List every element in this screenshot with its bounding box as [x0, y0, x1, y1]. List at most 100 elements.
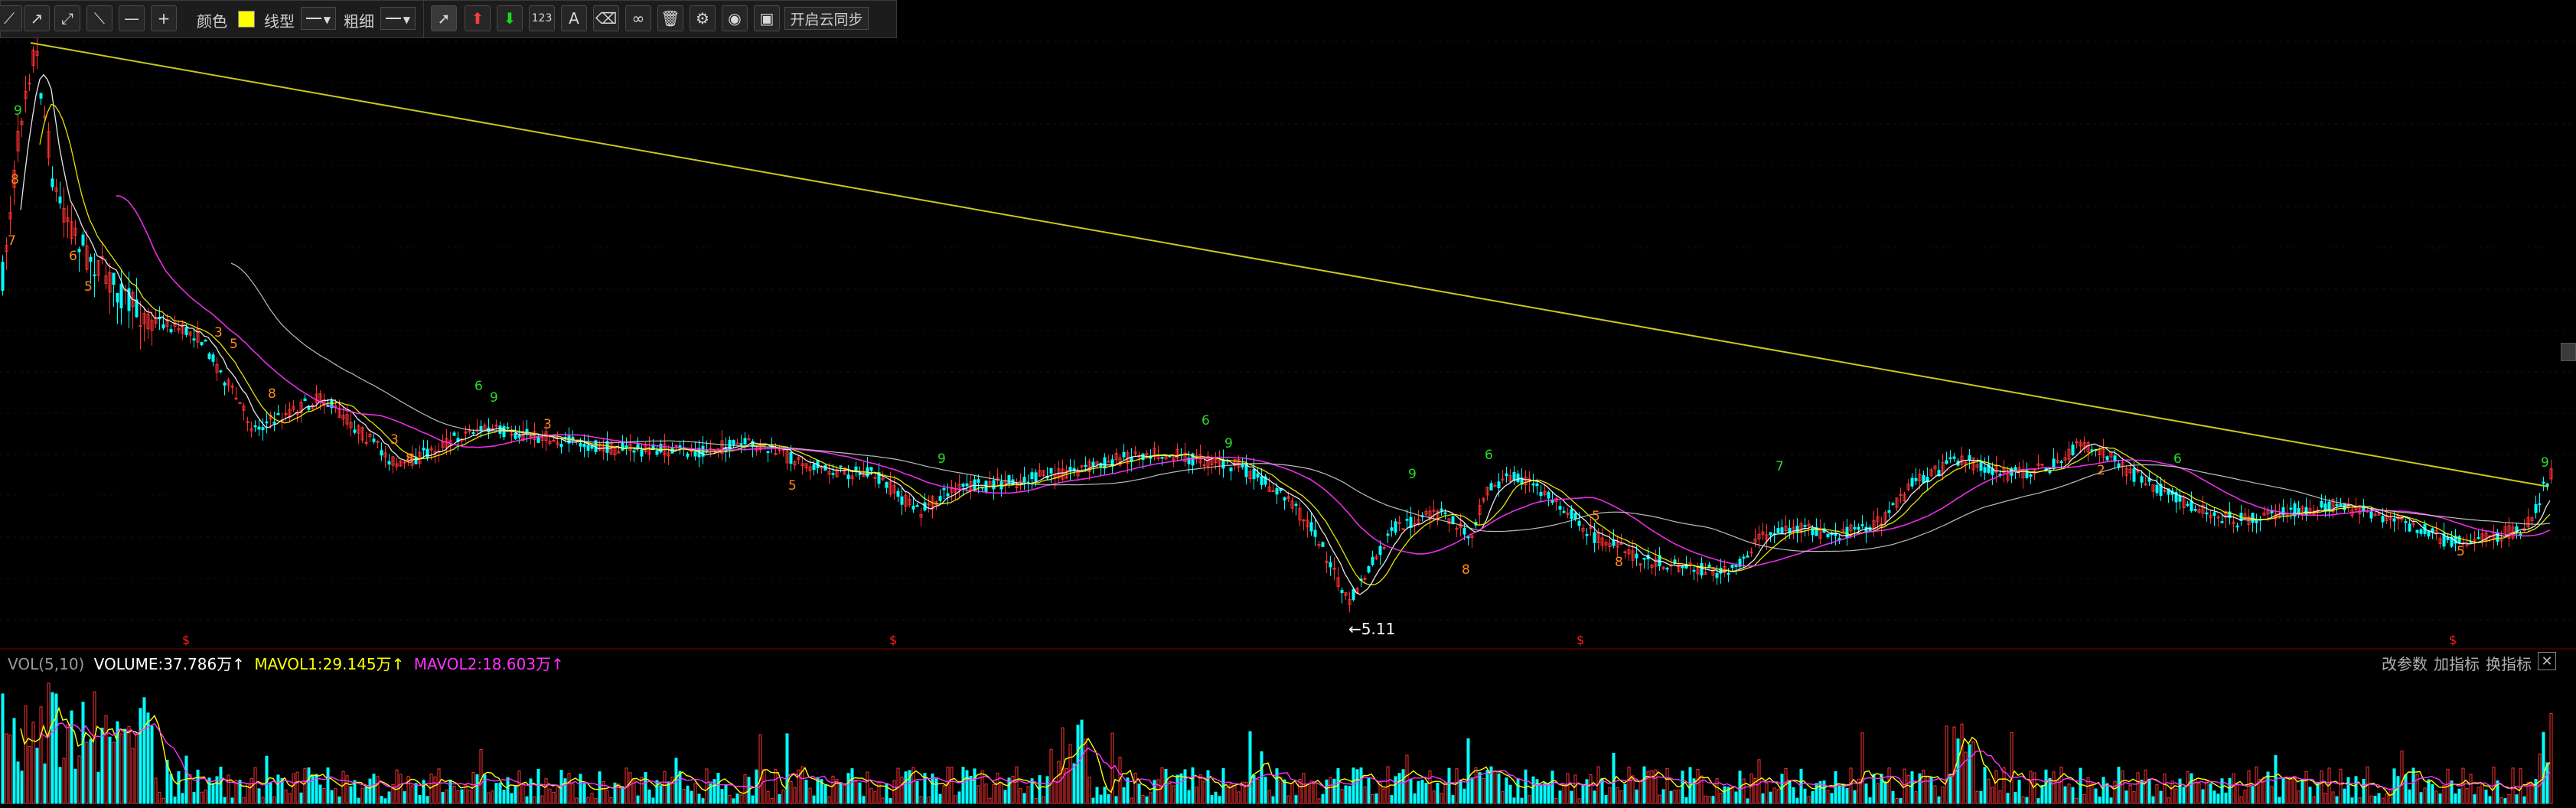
volume-bar	[1761, 793, 1765, 804]
volume-bar	[957, 791, 961, 804]
volume-bar	[1627, 766, 1631, 804]
candle-body	[2335, 503, 2339, 507]
volume-bar	[1110, 732, 1114, 804]
volume-bar	[383, 798, 387, 804]
volume-bar	[1600, 778, 1604, 804]
volume-bar	[249, 778, 253, 804]
volume-bar	[1065, 768, 1068, 804]
volume-bar	[2205, 780, 2209, 804]
save-picture-icon[interactable]: ▣	[754, 5, 780, 31]
volume-bar	[2075, 797, 2079, 804]
volume-bar	[2121, 771, 2124, 804]
switch-indicator-link[interactable]: 换指标	[2486, 652, 2532, 674]
candle-body	[1371, 556, 1374, 565]
text-icon[interactable]: A	[561, 5, 587, 31]
eraser-icon[interactable]: ⌫	[593, 5, 619, 31]
volume-bar	[1623, 784, 1627, 804]
volume-bar	[1275, 768, 1279, 804]
volume-bar	[276, 774, 280, 804]
volume-bar	[1485, 770, 1489, 804]
volume-bar	[548, 788, 552, 804]
volume-bar	[1834, 771, 1837, 804]
volume-bar	[1459, 779, 1462, 804]
candle-body	[51, 178, 54, 187]
candle-body	[184, 327, 188, 335]
price-chart[interactable]: 98765358386935969986587 2659$ $ $ $	[0, 0, 2576, 647]
thickness-select[interactable]: ▼	[380, 7, 416, 30]
dollar-marker: $	[2449, 633, 2457, 647]
panel-divider	[0, 648, 2576, 650]
settings-icon[interactable]: ⚙	[690, 5, 716, 31]
volume-bar	[927, 796, 931, 804]
volume-bar	[165, 759, 169, 804]
arrow-line-icon[interactable]: ⤢	[54, 5, 80, 31]
edit-params-link[interactable]: 改参数	[2382, 652, 2428, 674]
candle-body	[2408, 523, 2411, 532]
volume-bar	[1505, 777, 1508, 804]
line-segment-icon[interactable]: ⟋	[0, 5, 22, 31]
volume-bar	[693, 783, 697, 804]
color-swatch[interactable]	[238, 11, 255, 28]
scroll-handle[interactable]	[2561, 343, 2576, 361]
volume-bar	[2530, 784, 2534, 804]
eye-icon[interactable]: ◉	[722, 5, 748, 31]
volume-bar	[1015, 766, 1019, 804]
volume-indicator-title[interactable]: VOL(5,10)	[8, 655, 84, 673]
candle-body	[1665, 567, 1669, 570]
volume-bar	[337, 796, 341, 804]
volume-bar	[506, 777, 510, 804]
linetype-select[interactable]: ▼	[301, 7, 336, 30]
volume-bar	[445, 789, 448, 804]
volume-bar	[341, 771, 345, 804]
volume-bar	[1443, 782, 1447, 804]
volume-bar	[1038, 775, 1042, 804]
volume-bar	[1087, 777, 1091, 804]
candle-body	[506, 426, 510, 429]
volume-bar	[12, 718, 16, 804]
horizontal-line-icon[interactable]: —	[119, 5, 145, 31]
mavol2-value: MAVOL2:18.603万↑	[413, 655, 564, 673]
pointer-icon[interactable]: ➚	[431, 5, 457, 31]
diagonal-line-icon[interactable]: ⟍	[86, 5, 112, 31]
volume-bar	[93, 691, 96, 804]
signal-digit: 9	[490, 390, 498, 406]
volume-bar	[697, 793, 701, 804]
candle-body	[1727, 572, 1730, 575]
volume-bar	[1447, 767, 1451, 804]
ray-icon[interactable]: ↗	[24, 5, 50, 31]
add-indicator-link[interactable]: 加指标	[2434, 652, 2480, 674]
candle-body	[1891, 503, 1895, 505]
volume-bar	[850, 768, 854, 804]
volume-bar	[349, 786, 353, 804]
candle-body	[965, 483, 969, 487]
candle-body	[1795, 525, 1799, 533]
volume-bar	[835, 779, 839, 804]
volume-bar	[31, 722, 35, 804]
volume-bar	[869, 787, 873, 804]
delete-icon[interactable]: 🗑	[657, 5, 683, 31]
volume-bar	[1604, 794, 1608, 804]
volume-bar	[1290, 783, 1294, 804]
candle-body	[1746, 555, 1749, 558]
volume-bar	[2067, 784, 2071, 804]
up-arrow-icon[interactable]: ⬆	[465, 5, 491, 31]
candle-body	[1948, 457, 1952, 460]
volume-bar	[1772, 787, 1776, 804]
down-arrow-icon[interactable]: ⬇	[497, 5, 523, 31]
volume-bar	[628, 772, 632, 804]
volume-bar	[2473, 794, 2477, 804]
crosshair-icon[interactable]: +	[151, 5, 177, 31]
candle-body	[2178, 495, 2182, 502]
volume-bar	[774, 769, 778, 804]
volume-bar	[1795, 797, 1799, 804]
volume-bar	[8, 735, 12, 804]
volume-bar	[858, 782, 862, 804]
candle-body	[1547, 491, 1550, 499]
link-icon[interactable]: ∞	[625, 5, 651, 31]
number-icon[interactable]: 123	[529, 5, 555, 31]
volume-bar	[1681, 771, 1684, 804]
volume-bar	[177, 771, 181, 804]
cloud-sync-button[interactable]: 开启云同步	[784, 7, 869, 30]
close-icon[interactable]: ✕	[2538, 652, 2556, 670]
volume-bar	[43, 763, 47, 804]
